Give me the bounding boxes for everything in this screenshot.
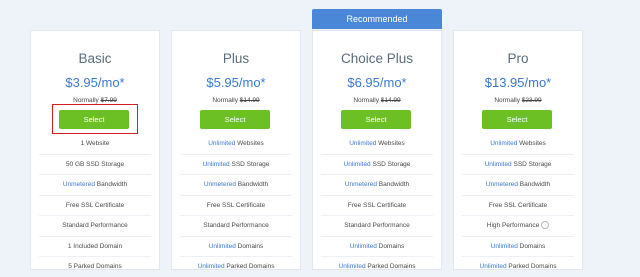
feature-item: High Performance i xyxy=(462,216,574,237)
feature-item: Unlimited Domains xyxy=(321,237,433,257)
info-icon[interactable]: i xyxy=(541,221,550,230)
normal-price: Normally $7.99 xyxy=(73,97,117,104)
feature-item: Standard Performance xyxy=(39,216,151,237)
feature-item: Unmetered Bandwidth xyxy=(39,175,151,196)
recommended-badge: Recommended xyxy=(312,9,442,29)
plan-card-choice-plus: Choice Plus $6.95/mo* Normally $14.99 Se… xyxy=(312,30,442,270)
plan-price: $13.95/mo* xyxy=(484,75,552,90)
feature-item: Unlimited Websites xyxy=(321,134,433,155)
normal-price: Normally $14.99 xyxy=(212,97,260,104)
normal-price: Normally $23.99 xyxy=(494,97,542,104)
feature-item: Unlimited Domains xyxy=(462,237,574,257)
feature-list: Unlimited Websites Unlimited SSD Storage… xyxy=(180,134,292,277)
select-pro-button[interactable]: Select xyxy=(482,110,552,129)
feature-item: Free SSL Certificate xyxy=(462,196,574,216)
strikethrough-price: $14.99 xyxy=(380,97,401,104)
feature-item: 50 GB SSD Storage xyxy=(39,155,151,175)
plan-card-plus: Plus $5.95/mo* Normally $14.99 Select Un… xyxy=(171,30,301,270)
feature-item: Free SSL Certificate xyxy=(321,196,433,216)
plan-card-basic: Basic $3.95/mo* Normally $7.99 Select 1 … xyxy=(30,30,160,270)
feature-list: Unlimited Websites Unlimited SSD Storage… xyxy=(462,134,574,277)
feature-item: Unlimited Domains xyxy=(180,237,292,257)
strikethrough-price: $7.99 xyxy=(100,97,117,104)
feature-list: Unlimited Websites Unlimited SSD Storage… xyxy=(321,134,433,277)
strikethrough-price: $14.99 xyxy=(239,97,260,104)
feature-item: Unmetered Bandwidth xyxy=(321,175,433,196)
normal-price: Normally $14.99 xyxy=(353,97,401,104)
select-basic-button[interactable]: Select xyxy=(59,110,129,129)
select-choice-plus-button[interactable]: Select xyxy=(341,110,411,129)
select-plus-button[interactable]: Select xyxy=(200,110,270,129)
feature-item: 1 Website xyxy=(39,134,151,155)
feature-item: Unlimited SSD Storage xyxy=(462,155,574,175)
plan-price: $3.95/mo* xyxy=(65,75,125,90)
plan-name: Plus xyxy=(222,51,250,66)
feature-item: Unlimited SSD Storage xyxy=(321,155,433,175)
plan-price: $6.95/mo* xyxy=(347,75,407,90)
feature-item: 5 Parked Domains xyxy=(68,263,122,270)
feature-item: Unlimited Websites xyxy=(180,134,292,155)
feature-item: Standard Performance xyxy=(321,216,433,237)
feature-item: Unlimited Websites xyxy=(462,134,574,155)
plan-name: Basic xyxy=(78,51,112,66)
feature-item: Unmetered Bandwidth xyxy=(180,175,292,196)
plan-name: Choice Plus xyxy=(340,51,414,66)
plan-price: $5.95/mo* xyxy=(206,75,266,90)
feature-item: Unmetered Bandwidth xyxy=(462,175,574,196)
feature-list: 1 Website 50 GB SSD Storage Unmetered Ba… xyxy=(39,134,151,277)
feature-item: Free SSL Certificate xyxy=(39,196,151,216)
plan-name: Pro xyxy=(507,51,529,66)
page-scrollbar[interactable] xyxy=(634,0,640,264)
feature-item: Unlimited Parked Domains xyxy=(338,263,416,270)
plan-card-pro: Pro $13.95/mo* Normally $23.99 Select Un… xyxy=(453,30,583,270)
feature-item: Standard Performance xyxy=(180,216,292,237)
feature-item: 1 Included Domain xyxy=(39,237,151,257)
feature-item: Unlimited Parked Domains xyxy=(197,263,275,270)
feature-item: Free SSL Certificate xyxy=(180,196,292,216)
feature-item: Unlimited SSD Storage xyxy=(180,155,292,175)
feature-item: Unlimited Parked Domains xyxy=(479,263,557,270)
strikethrough-price: $23.99 xyxy=(521,97,542,104)
